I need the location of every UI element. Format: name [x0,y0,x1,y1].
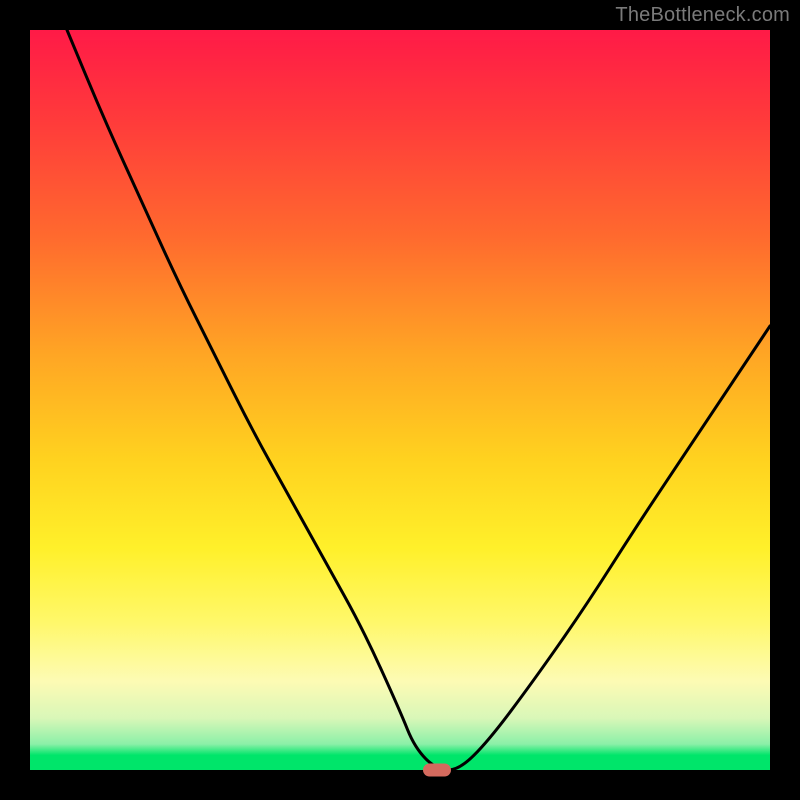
attribution-label: TheBottleneck.com [615,4,790,27]
curve-path [67,30,770,770]
chart-frame: TheBottleneck.com [0,0,800,800]
plot-area [30,30,770,770]
bottleneck-curve [30,30,770,770]
optimum-marker [423,764,451,777]
